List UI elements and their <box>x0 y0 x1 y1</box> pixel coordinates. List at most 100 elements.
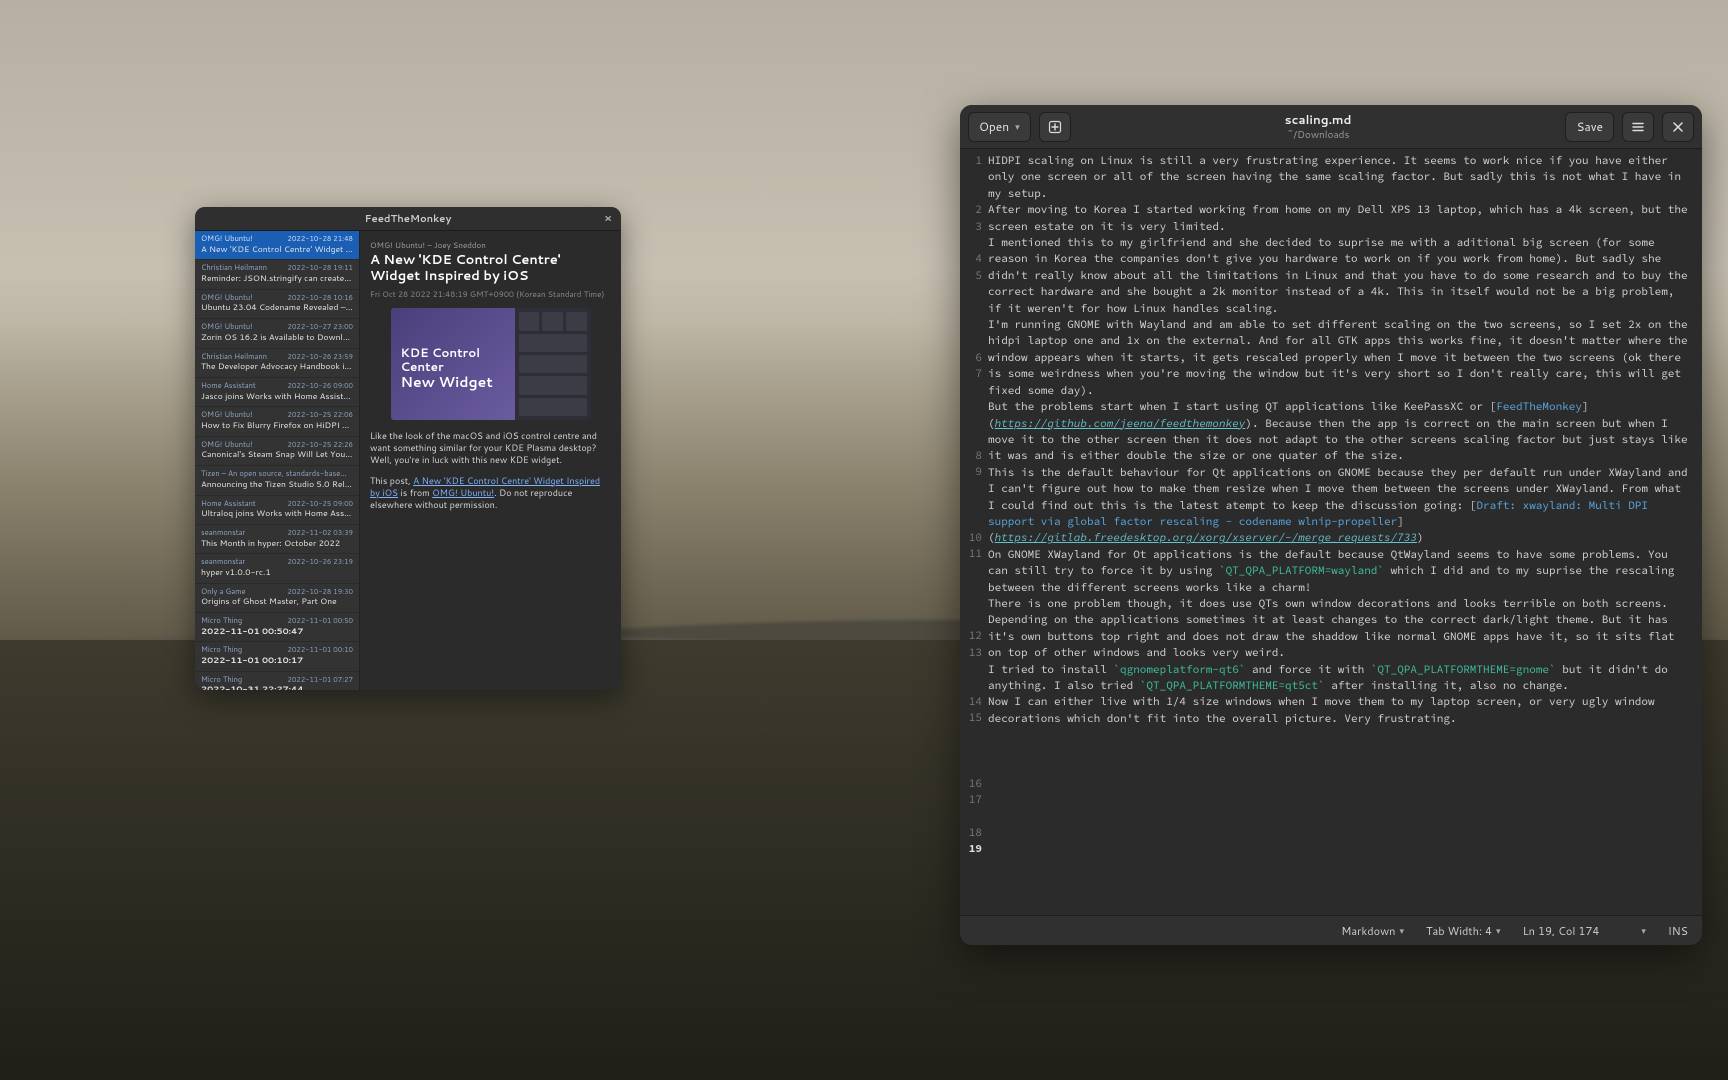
ftm-feed-list[interactable]: OMG! Ubuntu!2022-10-28 21:48A New 'KDE C… <box>195 231 360 690</box>
feed-item-source: OMG! Ubuntu! <box>201 294 253 303</box>
feed-item-title: Ultraloq joins Works with Home Assistant <box>201 509 353 519</box>
article-paragraph: This post, A New 'KDE Control Centre' Wi… <box>370 475 611 511</box>
goto-line-selector[interactable]: ▾ <box>1641 924 1646 937</box>
feed-item-title: hyper v1.0.0-rc.1 <box>201 568 353 578</box>
feed-item[interactable]: OMG! Ubuntu!2022-10-28 21:48A New 'KDE C… <box>195 231 359 260</box>
feed-item-source: Christian Heilmann <box>201 353 267 362</box>
code-line: There is one problem though, it does use… <box>988 596 1694 662</box>
feed-item-title: 2022-11-01 00:50:47 <box>201 627 353 637</box>
new-tab-button[interactable] <box>1039 112 1071 142</box>
feed-item[interactable]: Micro Thing2022-11-01 00:502022-11-01 00… <box>195 613 359 642</box>
feed-item-source: seanmonstar <box>201 558 245 567</box>
gedit-editor[interactable]: 12345678910111213141516171819 HIDPI scal… <box>960 149 1702 915</box>
feed-item-source: Tizen – An open source, standards-based … <box>201 470 349 479</box>
feed-item[interactable]: Micro Thing 2022-11-01 00:102022-11-01 00… <box>195 642 359 671</box>
article-title: A New 'KDE Control Centre' Widget Inspir… <box>370 253 611 284</box>
ftm-body: OMG! Ubuntu!2022-10-28 21:48A New 'KDE C… <box>195 231 621 690</box>
plus-document-icon <box>1048 120 1062 134</box>
feed-item-date: 2022-10-25 22:06 <box>288 411 353 420</box>
code-line: HIDPI scaling on Linux is still a very f… <box>988 153 1694 202</box>
feed-item-date: 2022-10-26 09:00 <box>288 382 353 391</box>
feed-item-title: Announcing the Tizen Studio 5.0 Release <box>201 480 353 490</box>
feed-item-source: Only a Game <box>201 588 246 597</box>
feed-item[interactable]: Home Assistant 2022-10-25 09:00Ultraloq j… <box>195 496 359 525</box>
feed-item-date: 2022-10-25 09:00 <box>288 500 353 509</box>
cursor-position[interactable]: Ln 19, Col 174 <box>1523 923 1600 939</box>
feedthemonkey-window: FeedTheMonkey × OMG! Ubuntu!2022-10-28 2… <box>195 207 621 690</box>
feed-item-date: 2022-11-01 00:50 <box>288 617 353 626</box>
gedit-title-area: scaling.md ~/Downloads <box>1079 111 1558 142</box>
feed-item[interactable]: OMG! Ubuntu!2022-10-25 22:06How to Fix B… <box>195 407 359 436</box>
document-path: ~/Downloads <box>1079 128 1558 142</box>
ftm-titlebar[interactable]: FeedTheMonkey × <box>195 207 621 231</box>
feed-item-source: Home Assistant <box>201 500 256 509</box>
article-paragraph: Like the look of the macOS and iOS contr… <box>370 430 611 466</box>
code-line: I mentioned this to my girlfriend and sh… <box>988 235 1694 317</box>
document-title: scaling.md <box>1079 111 1558 128</box>
feed-item-title: A New 'KDE Control Centre' Widget Inspir… <box>201 245 353 255</box>
feed-item-title: Jasco joins Works with Home Assistant <box>201 392 353 402</box>
feed-item-title: Ubuntu 23.04 Codename Revealed – And I… <box>201 303 353 313</box>
feed-item-date: 2022-11-01 00:10 <box>288 646 353 655</box>
feed-item-source: OMG! Ubuntu! <box>201 411 253 420</box>
code-line: On GNOME XWayland for Ot applications is… <box>988 547 1694 596</box>
feed-item[interactable]: OMG! Ubuntu! 2022-10-28 10:16Ubuntu 23.04… <box>195 290 359 319</box>
line-number-gutter: 12345678910111213141516171819 <box>960 149 986 915</box>
insert-mode[interactable]: INS <box>1668 923 1688 939</box>
code-line: Now I can either live with 1/4 size wind… <box>988 694 1694 727</box>
feed-item-title: 2022-10-31 22:27:44 <box>201 685 353 690</box>
hamburger-menu-button[interactable] <box>1622 112 1654 142</box>
feed-item[interactable]: Tizen – An open source, standards-based … <box>195 466 359 495</box>
chevron-down-icon: ▾ <box>1399 924 1404 937</box>
code-line: But the problems start when I start usin… <box>988 399 1694 465</box>
feed-item[interactable]: Christian Heilmann2022-10-28 19:11Remind… <box>195 260 359 289</box>
code-area[interactable]: HIDPI scaling on Linux is still a very f… <box>986 149 1702 915</box>
feed-item-date: 2022-10-28 19:11 <box>288 264 353 273</box>
close-window-button[interactable] <box>1662 112 1694 142</box>
chevron-down-icon: ▾ <box>1015 120 1020 133</box>
open-button[interactable]: Open ▾ <box>968 112 1031 142</box>
feed-item-title: Reminder: JSON.stringify can create Mult… <box>201 274 353 284</box>
feed-item[interactable]: OMG! Ubuntu! 2022-10-27 23:00Zorin OS 16.… <box>195 319 359 348</box>
code-line: I tried to install `qgnomeplatform-qt6` … <box>988 662 1694 695</box>
hero-badge-line2: New Widget <box>401 372 493 392</box>
feed-item-date: 2022-10-28 19:30 <box>288 588 353 597</box>
feed-item-title: Origins of Ghost Master, Part One <box>201 597 353 607</box>
feed-item-title: The Developer Advocacy Handbook is no… <box>201 362 353 372</box>
feed-item-source: OMG! Ubuntu! <box>201 323 253 332</box>
article-date: Fri Oct 28 2022 21:48:19 GMT+0900 (Korea… <box>370 288 611 300</box>
close-icon[interactable]: × <box>601 211 615 225</box>
feed-item-source: Micro Thing <box>201 646 242 655</box>
ftm-article-pane[interactable]: OMG! Ubuntu! – Joey Sneddon A New 'KDE C… <box>360 231 621 690</box>
feed-item[interactable]: OMG! Ubuntu!2022-10-25 22:26Canonical's … <box>195 437 359 466</box>
feed-item[interactable]: Home Assistant2022-10-26 09:00Jasco join… <box>195 378 359 407</box>
feed-item[interactable]: Micro Thing 2022-11-01 07:272022-10-31 22… <box>195 672 359 690</box>
feed-item[interactable]: Christian Heilmann2022-10-26 23:59The De… <box>195 349 359 378</box>
feed-item-date: 2022-11-01 07:27 <box>288 676 353 685</box>
save-button[interactable]: Save <box>1565 112 1614 142</box>
feed-item[interactable]: Only a Game 2022-10-28 19:30Origins of Gh… <box>195 584 359 613</box>
feed-item-date: 2022-10-27 23:00 <box>288 323 353 332</box>
feed-item[interactable]: seanmonstar2022-10-26 23:19hyper v1.0.0-… <box>195 554 359 583</box>
code-line: I'm running GNOME with Wayland and am ab… <box>988 317 1694 399</box>
tabwidth-selector[interactable]: Tab Width: 4▾ <box>1426 923 1501 939</box>
chevron-down-icon: ▾ <box>1496 924 1501 937</box>
language-selector[interactable]: Markdown▾ <box>1341 923 1404 939</box>
chevron-down-icon: ▾ <box>1641 924 1646 937</box>
code-line: After moving to Korea I started working … <box>988 202 1694 235</box>
ftm-title: FeedTheMonkey <box>365 212 452 226</box>
feed-item-source: Micro Thing <box>201 676 242 685</box>
feed-item[interactable]: seanmonstar2022-11-02 03:39This Month in… <box>195 525 359 554</box>
feed-item-title: Zorin OS 16.2 is Available to Download w… <box>201 333 353 343</box>
feed-item-title: 2022-11-01 00:10:17 <box>201 656 353 666</box>
gedit-headerbar[interactable]: Open ▾ scaling.md ~/Downloads Save <box>960 105 1702 149</box>
feed-item-date: 2022-10-28 10:16 <box>288 294 353 303</box>
hamburger-icon <box>1631 120 1645 134</box>
feed-item-source: OMG! Ubuntu! <box>201 235 253 244</box>
feed-item-source: seanmonstar <box>201 529 245 538</box>
article-source: OMG! Ubuntu! – Joey Sneddon <box>370 239 611 251</box>
feed-item-source: OMG! Ubuntu! <box>201 441 253 450</box>
feed-item-date: 2022-10-25 22:26 <box>288 441 353 450</box>
gedit-window: Open ▾ scaling.md ~/Downloads Save 12345… <box>960 105 1702 945</box>
article-link[interactable]: OMG! Ubuntu! <box>432 486 494 499</box>
